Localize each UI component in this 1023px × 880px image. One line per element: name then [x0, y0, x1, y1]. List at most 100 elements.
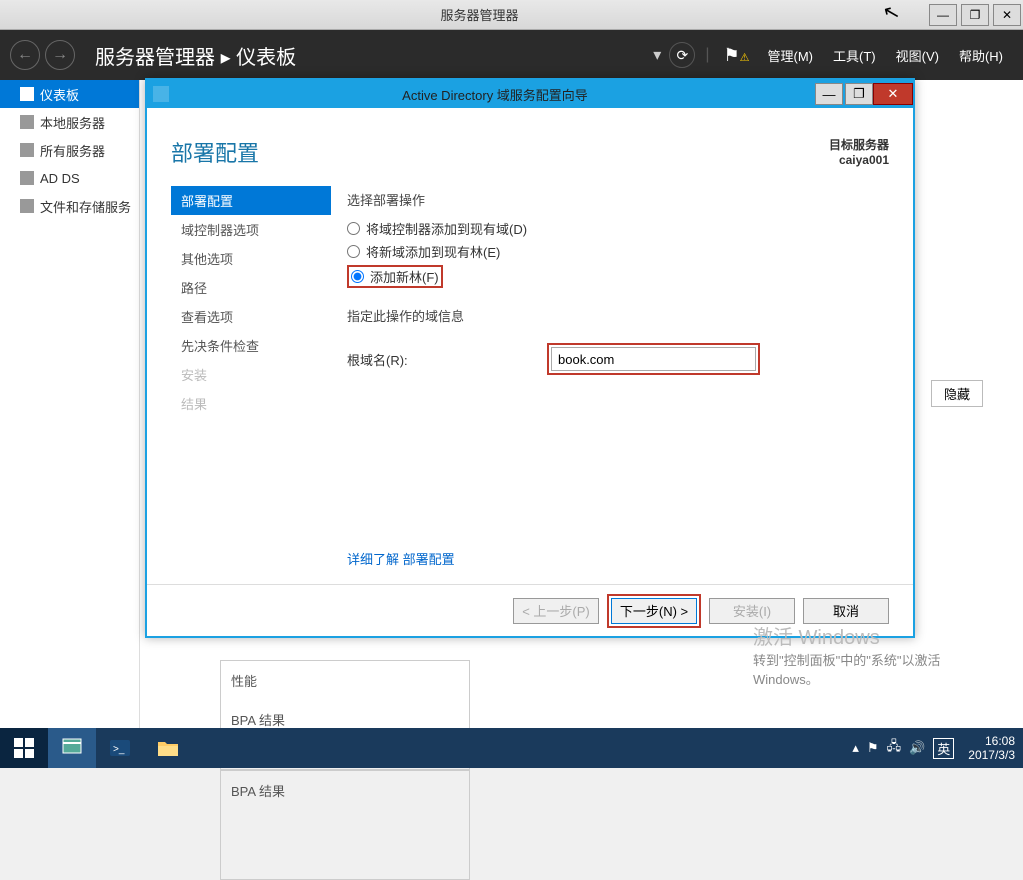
step-review[interactable]: 查看选项: [171, 302, 331, 331]
sidebar-item-label: 所有服务器: [40, 141, 105, 160]
radio-label: 添加新林(F): [370, 267, 439, 286]
breadcrumb: 服务器管理器 ▸ 仪表板: [95, 41, 296, 70]
breadcrumb-page: 仪表板: [236, 47, 296, 69]
radio-input[interactable]: [347, 222, 360, 235]
servers-icon: [20, 143, 34, 157]
tray-network-icon[interactable]: 🖧: [887, 737, 902, 759]
tray-up-icon[interactable]: ▴: [852, 740, 859, 756]
hide-button[interactable]: 隐藏: [931, 380, 983, 407]
cancel-button[interactable]: 取消: [803, 598, 889, 624]
wizard-steps: 部署配置 域控制器选项 其他选项 路径 查看选项 先决条件检查 安装 结果: [171, 186, 331, 418]
dashboard-icon: [20, 87, 34, 101]
sidebar-item-storage[interactable]: 文件和存储服务: [0, 192, 139, 220]
section-domain-info: 指定此操作的域信息: [347, 306, 889, 325]
step-deploy-config[interactable]: 部署配置: [171, 186, 331, 215]
forward-button[interactable]: →: [45, 40, 75, 70]
step-dc-options[interactable]: 域控制器选项: [171, 215, 331, 244]
highlight-new-forest: 添加新林(F): [347, 265, 443, 288]
flag-icon[interactable]: ⚑⚠: [723, 45, 749, 66]
menu-help[interactable]: 帮助(H): [959, 46, 1003, 65]
bg-line: BPA 结果: [231, 710, 459, 729]
step-install: 安装: [171, 360, 331, 389]
wizard-target: 目标服务器 caiya001: [829, 136, 889, 167]
wizard-titlebar: Active Directory 域服务配置向导 — ❐ ✕: [147, 80, 913, 108]
bg-line: BPA 结果: [231, 781, 459, 800]
server-manager-icon: [60, 736, 84, 760]
adds-icon: [20, 171, 34, 185]
target-label: 目标服务器: [829, 136, 889, 153]
sidebar-item-dashboard[interactable]: 仪表板: [0, 80, 139, 108]
sidebar-item-label: AD DS: [40, 171, 80, 186]
maximize-button[interactable]: ❐: [961, 4, 989, 26]
back-button[interactable]: ←: [10, 40, 40, 70]
learn-more-link[interactable]: 详细了解 部署配置: [347, 549, 455, 568]
windows-icon: [12, 736, 36, 760]
refresh-icon[interactable]: ⟳: [669, 42, 695, 68]
tray-sound-icon[interactable]: 🔊: [909, 740, 925, 756]
bg-line: 性能: [231, 671, 459, 690]
radio-new-forest[interactable]: 添加新林(F): [351, 267, 439, 286]
clock-date: 2017/3/3: [968, 748, 1015, 762]
menu-tools[interactable]: 工具(T): [833, 46, 876, 65]
root-domain-row: 根域名(R):: [347, 343, 889, 375]
install-button: 安装(I): [709, 598, 795, 624]
sidebar-item-adds[interactable]: AD DS: [0, 164, 139, 192]
server-icon: [20, 115, 34, 129]
taskbar: >_ ▴ ⚑ 🖧 🔊 英 16:08 2017/3/3: [0, 728, 1023, 768]
wizard-body: 部署配置 目标服务器 caiya001 部署配置 域控制器选项 其他选项 路径 …: [147, 108, 913, 636]
root-domain-label: 根域名(R):: [347, 350, 547, 369]
radio-input[interactable]: [347, 245, 360, 258]
breadcrumb-sep: ▸: [221, 47, 231, 69]
taskbar-server-manager[interactable]: [48, 728, 96, 768]
tray-ime[interactable]: 英: [933, 738, 954, 759]
wizard-content: 选择部署操作 将域控制器添加到现有域(D) 将新域添加到现有林(E) 添加新林(…: [347, 186, 889, 375]
radio-add-to-forest[interactable]: 将新域添加到现有林(E): [347, 242, 889, 261]
app-icon: [6, 5, 26, 25]
radio-label: 将域控制器添加到现有域(D): [366, 219, 527, 238]
target-value: caiya001: [829, 153, 889, 167]
root-domain-input[interactable]: [551, 347, 756, 371]
close-button[interactable]: ✕: [993, 4, 1021, 26]
dropdown-icon[interactable]: ▾: [653, 45, 661, 65]
highlight-domain-input: [547, 343, 760, 375]
folder-icon: [156, 736, 180, 760]
toolbar: ← → 服务器管理器 ▸ 仪表板 ▾ ⟳ | ⚑⚠ 管理(M) 工具(T) 视图…: [0, 30, 1023, 80]
menu-view[interactable]: 视图(V): [896, 46, 939, 65]
separator: |: [705, 46, 709, 64]
menu-manage[interactable]: 管理(M): [768, 46, 814, 65]
section-deploy-op: 选择部署操作: [347, 190, 889, 209]
sidebar-item-all-servers[interactable]: 所有服务器: [0, 136, 139, 164]
step-other[interactable]: 其他选项: [171, 244, 331, 273]
sidebar-item-label: 本地服务器: [40, 113, 105, 132]
bg-box-right: BPA 结果: [220, 770, 470, 880]
storage-icon: [20, 199, 34, 213]
window-buttons: — ❐ ✕: [927, 4, 1023, 26]
window-title: 服务器管理器: [32, 5, 927, 24]
watermark-detail: 转到"控制面板"中的"系统"以激活 Windows。: [753, 650, 993, 688]
step-prereq[interactable]: 先决条件检查: [171, 331, 331, 360]
radio-add-to-domain[interactable]: 将域控制器添加到现有域(D): [347, 219, 889, 238]
prev-button: < 上一步(P): [513, 598, 599, 624]
wizard-maximize-button[interactable]: ❐: [845, 83, 873, 105]
sidebar-item-label: 文件和存储服务: [40, 197, 131, 216]
wizard-title: Active Directory 域服务配置向导: [175, 85, 815, 104]
wizard-window-buttons: — ❐ ✕: [815, 83, 913, 105]
taskbar-clock[interactable]: 16:08 2017/3/3: [968, 734, 1015, 763]
taskbar-explorer[interactable]: [144, 728, 192, 768]
wizard-minimize-button[interactable]: —: [815, 83, 843, 105]
highlight-next: 下一步(N) >: [607, 594, 701, 628]
next-button[interactable]: 下一步(N) >: [611, 598, 697, 624]
bg-panels: 性能 BPA 结果 BPA 结果: [220, 660, 720, 880]
sidebar-item-local-server[interactable]: 本地服务器: [0, 108, 139, 136]
ad-wizard-dialog: Active Directory 域服务配置向导 — ❐ ✕ 部署配置 目标服务…: [145, 78, 915, 638]
tray-flag-icon[interactable]: ⚑: [867, 740, 879, 756]
radio-input[interactable]: [351, 270, 364, 283]
watermark-title: 激活 Windows: [753, 621, 993, 650]
clock-time: 16:08: [968, 734, 1015, 748]
start-button[interactable]: [0, 728, 48, 768]
step-paths[interactable]: 路径: [171, 273, 331, 302]
wizard-close-button[interactable]: ✕: [873, 83, 913, 105]
taskbar-powershell[interactable]: >_: [96, 728, 144, 768]
powershell-icon: >_: [108, 736, 132, 760]
minimize-button[interactable]: —: [929, 4, 957, 26]
